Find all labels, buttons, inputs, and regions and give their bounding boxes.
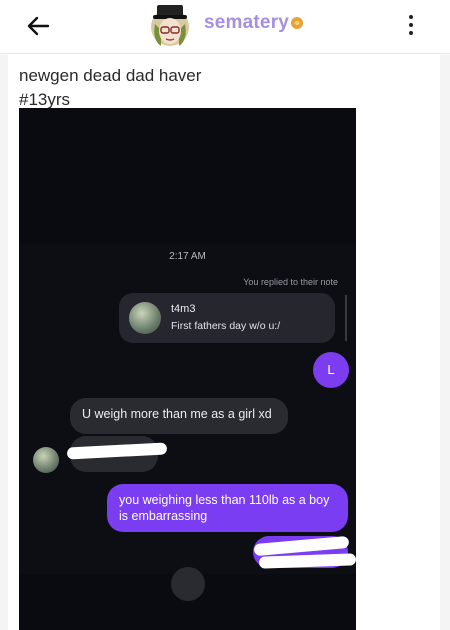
chat-timestamp: 2:17 AM [169,251,206,262]
post-card: newgen dead dad haver #13yrs 2:17 AM You… [8,55,440,630]
scroll-indicator [345,295,347,341]
gold-badge-icon [290,16,304,30]
sender-avatar [33,447,59,473]
post-area: newgen dead dad haver #13yrs 2:17 AM You… [0,55,450,630]
app-header: sematery [0,0,450,54]
partial-avatar [171,567,205,601]
arrow-left-icon [27,16,50,36]
redaction-scribble [258,553,356,569]
my-avatar: L [313,352,349,388]
note-avatar [129,302,161,334]
post-text-line-1: newgen dead dad haver [19,66,202,85]
avatar-image [151,5,189,46]
user-avatar[interactable] [147,2,193,48]
note-author: t4m3 [171,303,196,315]
back-button[interactable] [22,12,54,40]
post-body: newgen dead dad haver #13yrs [19,64,201,112]
more-options-button[interactable] [402,12,420,38]
note-reply-card: t4m3 First fathers day w/o u:/ [119,293,335,343]
screenshot-top-blank [19,108,356,244]
outgoing-message: you weighing less than 110lb as a boy is… [107,484,348,532]
incoming-message: U weigh more than me as a girl xd [70,398,288,434]
more-vertical-icon [409,15,413,19]
username[interactable]: sematery [204,12,289,34]
replied-to-note-label: You replied to their note [243,277,338,287]
note-text: First fathers day w/o u:/ [171,320,281,332]
chat-screenshot-image[interactable]: 2:17 AM You replied to their note t4m3 F… [19,108,356,630]
